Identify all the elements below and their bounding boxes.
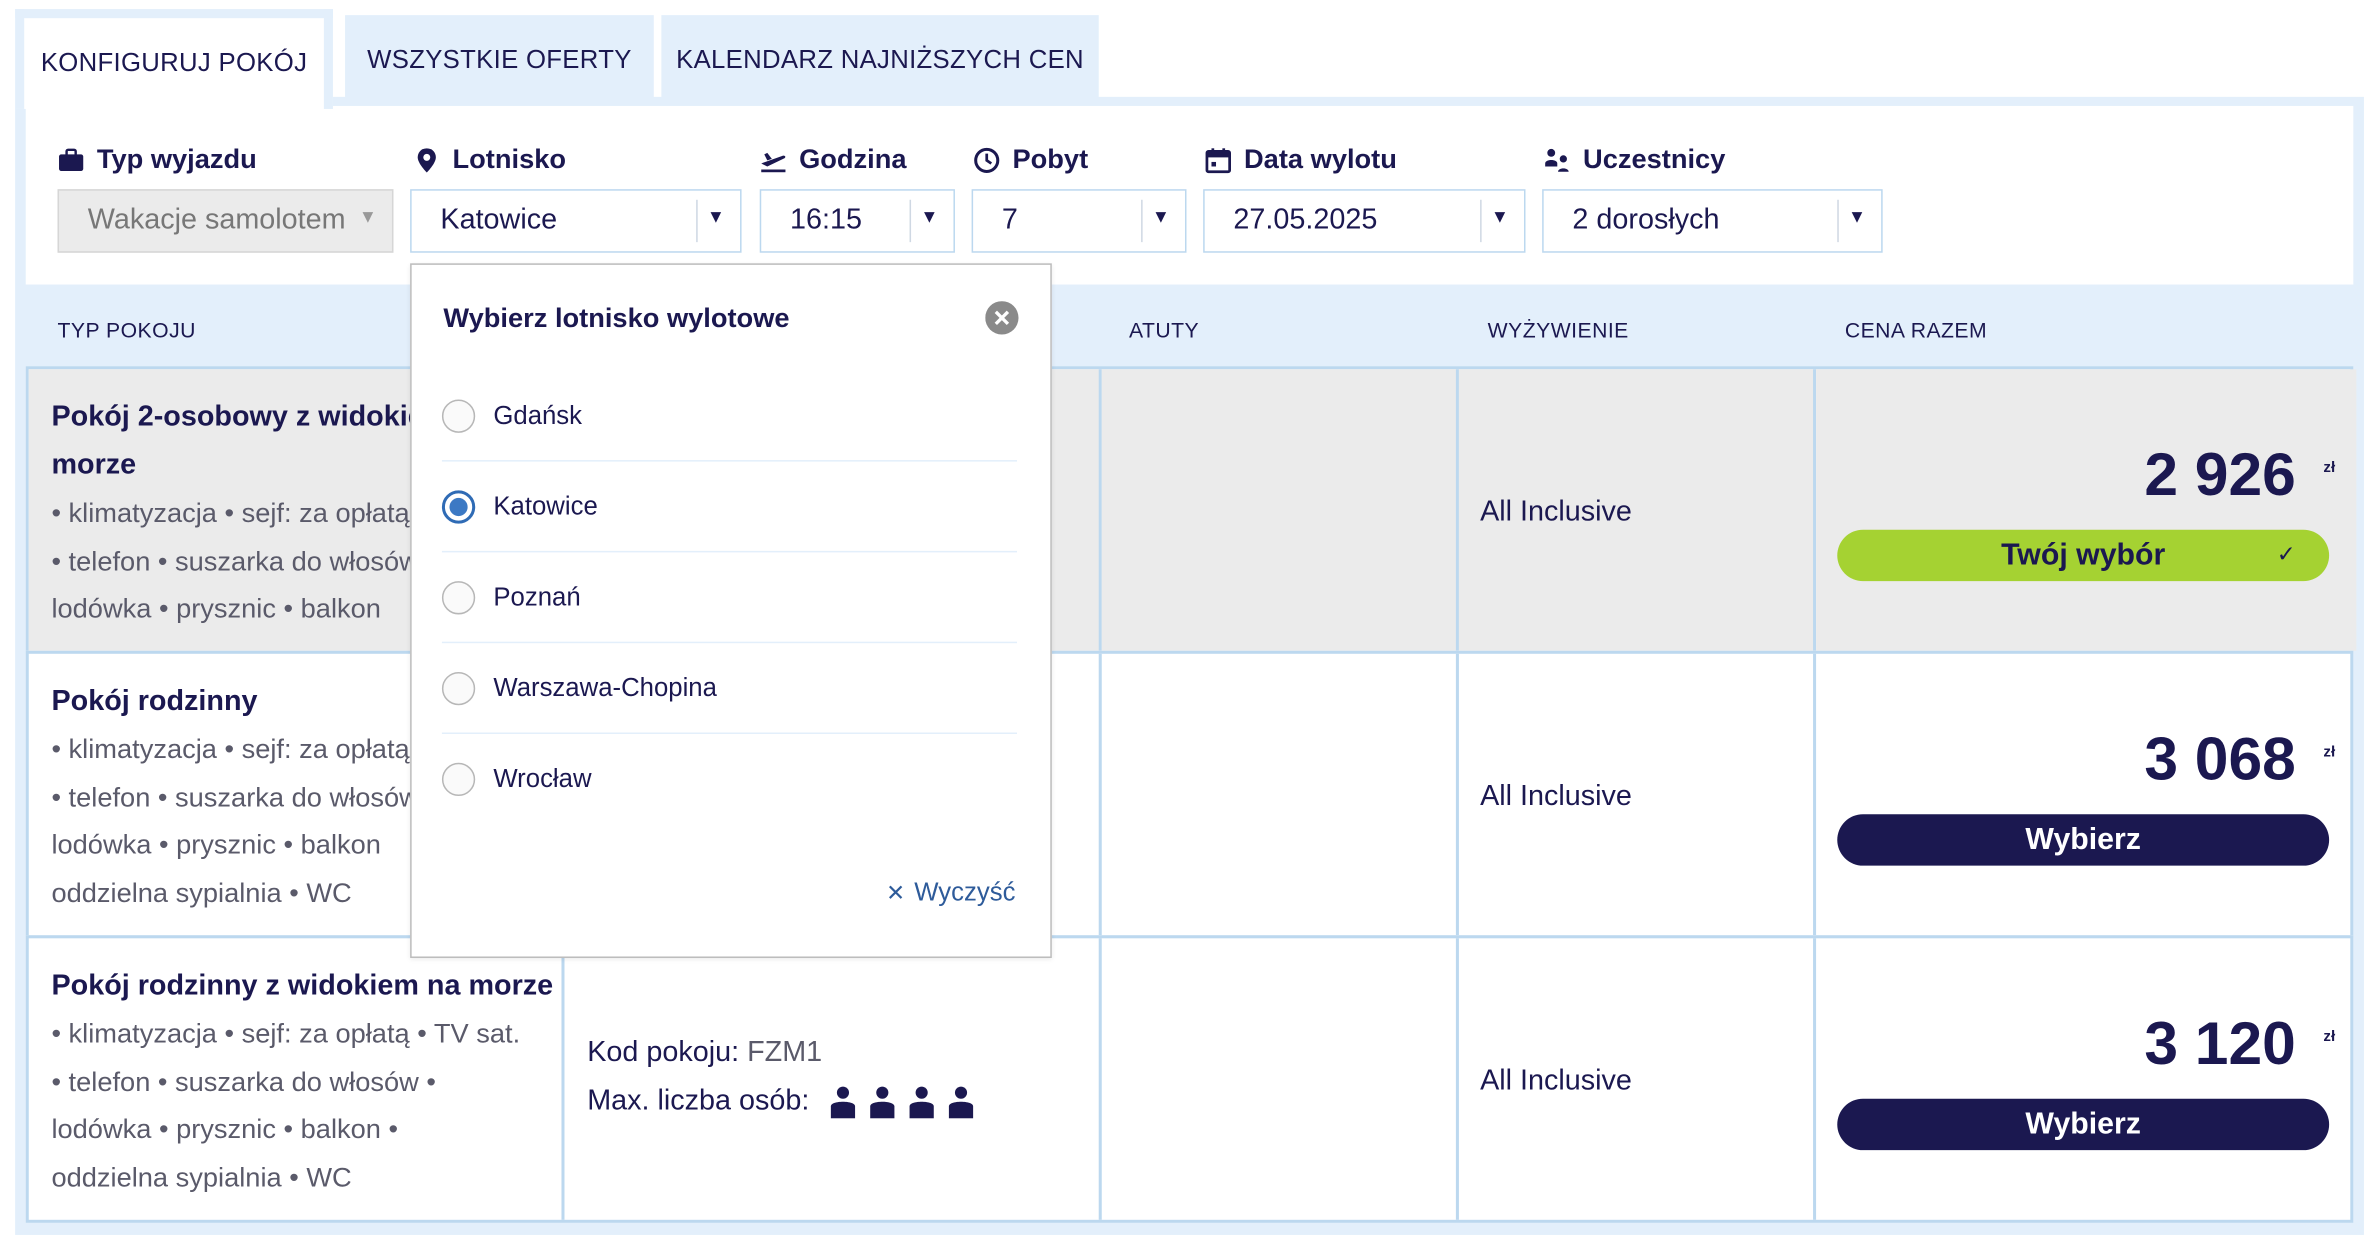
- price-cell: 3 120 zł Wybierz: [1816, 938, 2356, 1219]
- airport-option[interactable]: Wrocław: [441, 734, 1017, 825]
- clock-icon: [974, 147, 1000, 173]
- participants-select[interactable]: 2 dorosłych ▼: [1542, 189, 1883, 253]
- chevron-down-icon: ▼: [920, 205, 939, 228]
- select-separator: [909, 199, 912, 243]
- person-icon: [870, 1086, 895, 1119]
- price-currency: zł: [2323, 744, 2336, 762]
- features-cell: [1101, 369, 1459, 651]
- stay-label: Pobyt: [973, 144, 1088, 176]
- tab-lowest-price-calendar[interactable]: KALENDARZ NAJNIŻSZYCH CEN: [661, 15, 1099, 106]
- room-title: Pokój rodzinny z widokiem na morze: [51, 970, 554, 1002]
- airport-option[interactable]: Gdańsk: [441, 371, 1018, 462]
- calendar-icon: [1205, 147, 1231, 173]
- suitcase-icon: [59, 147, 84, 171]
- select-separator: [1480, 199, 1482, 243]
- meal-cell: All Inclusive: [1459, 938, 1817, 1220]
- room-details-cell: Kod pokoju: FZM1 Max. liczba osób:: [564, 938, 1102, 1220]
- price-value: 3 068: [2144, 726, 2296, 794]
- price-cell: 3 068 zł Wybierz: [1816, 654, 2356, 935]
- header-meals: WYŻYWIENIE: [1487, 317, 1629, 343]
- date-select[interactable]: 27.05.2025 ▼: [1203, 189, 1526, 253]
- tab-label: WSZYSTKIE OFERTY: [367, 45, 632, 75]
- dropdown-title: Wybierz lotnisko wylotowe: [443, 302, 790, 333]
- room-row: Pokój rodzinny z widokiem na morze • kli…: [25, 935, 2356, 1223]
- radio-button-selected[interactable]: [441, 489, 476, 523]
- radio-button[interactable]: [441, 762, 476, 797]
- radio-button[interactable]: [441, 671, 476, 705]
- trip-type-label: Typ wyjazdu: [58, 144, 257, 176]
- room-row: Pokój rodzinny • klimatyzacja • sejf: za…: [25, 650, 2356, 939]
- airport-dropdown: Wybierz lotnisko wylotowe Gdańsk Katowic…: [410, 263, 1052, 958]
- room-features: • klimatyzacja • sejf: za opłatą • TV sa…: [51, 1018, 521, 1192]
- airport-value: Katowice: [440, 204, 558, 237]
- select-room-button[interactable]: Wybierz: [1837, 1098, 2330, 1151]
- header-total-price: CENA RAZEM: [1844, 317, 1988, 343]
- people-icon: [1545, 148, 1569, 172]
- header-room-type: TYP POKOJU: [57, 317, 196, 343]
- time-label: Godzina: [760, 144, 907, 176]
- room-row: Pokój 2-osobowy z widokiem na morze • kli…: [25, 366, 2357, 654]
- room-title: Pokój rodzinny: [51, 685, 258, 718]
- radio-button[interactable]: [441, 580, 476, 614]
- header-features: ATUTY: [1128, 317, 1200, 343]
- meal-text: All Inclusive: [1480, 1065, 1632, 1098]
- airport-option[interactable]: Poznań: [441, 552, 1018, 644]
- x-icon: ✕: [886, 880, 906, 907]
- airport-option[interactable]: Warszawa-Chopina: [441, 643, 1018, 734]
- close-icon[interactable]: [985, 301, 1019, 335]
- chevron-down-icon: ▼: [1490, 205, 1509, 228]
- meal-cell: All Inclusive: [1459, 653, 1817, 936]
- price-value: 2 926: [2144, 441, 2296, 509]
- airport-label: Lotnisko: [413, 144, 566, 176]
- plane-departure-icon: [761, 152, 786, 172]
- tab-configure-room[interactable]: KONFIGURUJ POKÓJ: [15, 9, 333, 109]
- tab-all-offers[interactable]: WSZYSTKIE OFERTY: [345, 15, 654, 106]
- airport-select[interactable]: Katowice ▼: [410, 189, 742, 253]
- price-currency: zł: [2323, 1029, 2336, 1046]
- radio-button[interactable]: [441, 398, 476, 433]
- chevron-down-icon: ▼: [706, 205, 725, 228]
- features-cell: [1102, 938, 1459, 1220]
- select-separator: [1141, 199, 1143, 243]
- price-cell: 2 926 zł Twój wybór ✓: [1816, 369, 2357, 651]
- price-currency: zł: [2323, 460, 2336, 477]
- chevron-down-icon: ▼: [1151, 205, 1170, 228]
- tab-label: KONFIGURUJ POKÓJ: [40, 48, 308, 78]
- stay-select[interactable]: 7 ▼: [971, 189, 1187, 253]
- airport-option[interactable]: Katowice: [441, 462, 1018, 553]
- select-room-button[interactable]: Wybierz: [1837, 814, 2330, 866]
- meal-text: All Inclusive: [1480, 496, 1632, 529]
- select-separator: [1837, 199, 1839, 243]
- meal-cell: All Inclusive: [1458, 369, 1817, 651]
- max-persons: Max. liczba osób:: [587, 1078, 975, 1126]
- tab-label: KALENDARZ NAJNIŻSZYCH CEN: [676, 45, 1084, 75]
- checkmark-icon: ✓: [2276, 541, 2296, 568]
- date-label: Data wylotu: [1205, 144, 1397, 176]
- time-value: 16:15: [789, 204, 862, 237]
- chevron-down-icon: ▼: [1848, 205, 1867, 228]
- room-code: Kod pokoju: FZM1: [587, 1036, 823, 1069]
- your-choice-button[interactable]: Twój wybór ✓: [1837, 529, 2330, 582]
- clear-button[interactable]: ✕ Wyczyść: [886, 878, 1015, 908]
- participants-label: Uczestnicy: [1544, 144, 1725, 176]
- chevron-down-icon: ▼: [358, 205, 377, 228]
- select-separator: [696, 199, 698, 243]
- participants-value: 2 dorosłych: [1572, 204, 1720, 237]
- location-pin-icon: [417, 147, 436, 172]
- stay-value: 7: [1001, 204, 1018, 237]
- meal-text: All Inclusive: [1480, 780, 1632, 813]
- date-value: 27.05.2025: [1233, 204, 1378, 237]
- features-cell: [1102, 653, 1459, 936]
- person-icon: [830, 1086, 856, 1119]
- time-select[interactable]: 16:15 ▼: [759, 189, 955, 253]
- price-value: 3 120: [2144, 1010, 2296, 1078]
- person-icons: [829, 1085, 974, 1119]
- person-icon: [909, 1086, 934, 1119]
- trip-type-value: Wakacje samolotem: [87, 204, 346, 237]
- room-type-cell: Pokój rodzinny z widokiem na morze • kli…: [29, 938, 565, 1220]
- person-icon: [949, 1086, 974, 1119]
- trip-type-select[interactable]: Wakacje samolotem ▼: [57, 189, 394, 253]
